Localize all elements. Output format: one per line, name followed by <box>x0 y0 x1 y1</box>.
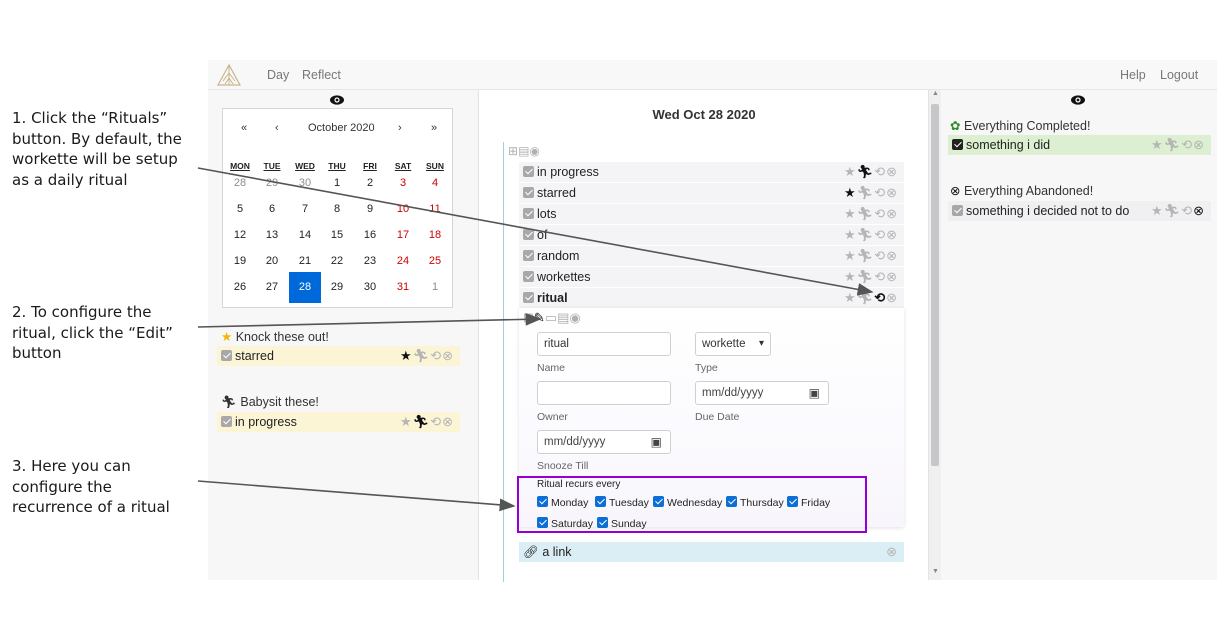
arrow-1 <box>197 167 874 296</box>
annotation-arrows <box>197 167 874 512</box>
arrow-3 <box>197 480 516 512</box>
arrow-2 <box>197 312 542 328</box>
